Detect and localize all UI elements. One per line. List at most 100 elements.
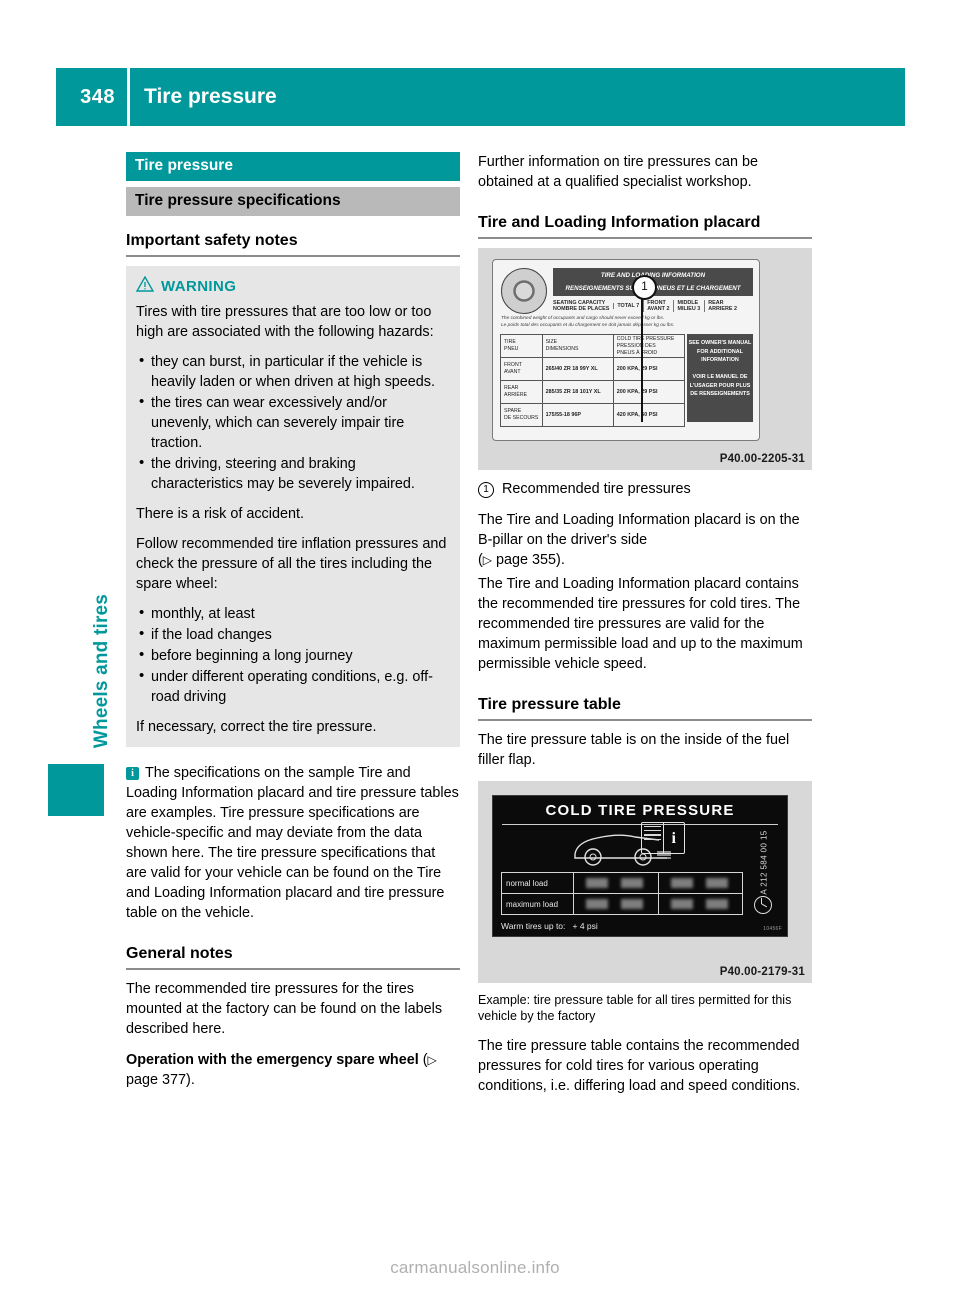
row-pressure-rear: 200 KPA, 29 PSI [616,388,658,395]
cold-label-side-info: A 212 584 00 15 [747,826,781,926]
value-cell [659,894,743,915]
warning-check-list: monthly, at least if the load changes be… [136,603,450,707]
list-item: the tires can wear excessively and/or un… [136,392,450,453]
page-number: 348 [80,85,115,108]
chapter-tab-block [48,764,104,816]
row-label-rear: REAR ARRIÈRE [501,381,543,403]
value-cell [574,873,658,894]
heading-tire-pressure-table: Tire pressure table [478,696,621,713]
table-header-tire: TIRE PNEU [501,335,543,357]
corner-code: 10456F [763,926,782,932]
row-pressure-spare: 420 KPA, 60 PSI [616,411,658,418]
row-label-maximum-load: maximum load [506,900,559,909]
seating-rear: REAR ARRIERE 2 [704,299,737,312]
page-ref-arrow-icon: ▷ [482,553,493,567]
mercedes-star-icon [754,896,772,914]
list-item: under different operating conditions, e.… [136,666,450,707]
cold-pressure-label-artwork: COLD TIRE PRESSURE i normal load maximum… [492,795,788,937]
cold-label-divider [502,824,778,825]
seating-capacity-label: SEATING CAPACITY NOMBRE DE PLACES [553,299,610,312]
warning-follow-text: Follow recommended tire inflation pressu… [136,536,447,592]
wheel-icon [501,268,547,314]
emergency-spare-reference: Operation with the emergency spare wheel… [126,1050,460,1090]
book-left-page [642,823,664,853]
weight-note-fr: Le poids total des occupants et du charg… [501,322,675,328]
book-info-letter: i [671,830,676,847]
left-column: Tire pressure Tire pressure specificatio… [126,152,460,1101]
row-pressure-front: 200 KPA, 29 PSI [616,365,658,372]
page-title: Tire pressure [144,85,277,108]
callout-marker-1: 1 [632,275,657,300]
table-row: TIRE PNEU SIZE DIMENSIONS COLD TIRE PRESSU… [501,335,684,358]
cold-grid-values-col2 [658,873,743,915]
warning-box: WARNING Tires with tire pressures that a… [126,266,460,747]
placard-location-sentence: The Tire and Loading Information placard… [478,512,800,548]
table-row: REAR ARRIÈRE 285/35 ZR 18 101Y XL 200 KPA… [501,381,684,404]
heading-rule [126,968,460,970]
row-size-front: 265/40 ZR 18 99Y XL [543,358,614,380]
cold-label-title: COLD TIRE PRESSURE [545,802,735,819]
warning-closing-text: If necessary, correct the tire pressure. [136,719,377,735]
list-item: monthly, at least [136,603,450,624]
page-ref-arrow-icon: ▷ [427,1053,437,1067]
general-notes-text: The recommended tire pressures for the t… [126,981,443,1037]
seating-middle: MIDDLE MILIEU 3 [673,299,700,312]
row-size-spare: 175/55-18 96P [543,404,614,426]
section-heading-tire-pressure: Tire pressure [126,152,460,181]
row-label-normal-load: normal load [502,873,573,894]
warning-triangle-icon [135,275,155,297]
callout-leader-line [641,294,643,422]
info-note-text: The specifications on the sample Tire an… [126,765,459,921]
manual-book-icon: i [641,822,685,854]
right-column: Further information on tire pressures ca… [478,152,812,1107]
figure-code: P40.00-2205-31 [719,453,805,465]
cold-grid-labels: normal load maximum load [502,873,574,914]
figure-cold-tire-pressure-table: COLD TIRE PRESSURE i normal load maximum… [478,781,812,983]
row-label-spare: SPARE DE SECOURS [501,404,543,426]
footer-url: carmanualsonline.info [390,1258,560,1277]
figure-tire-loading-placard: TIRE AND LOADING INFORMATION RENSEIGNEME… [478,248,812,470]
row-label-front: FRONT AVANT [501,358,543,380]
list-item: if the load changes [136,624,450,645]
heading-rule [478,237,812,239]
figure-code: P40.00-2179-31 [719,966,805,978]
owner-note-en: SEE OWNER'S MANUAL FOR ADDITIONAL INFORM… [688,340,752,363]
list-item: before beginning a long journey [136,645,450,666]
info-icon: i [126,767,139,780]
heading-important-safety-notes: Important safety notes [126,232,298,249]
intro-paragraph: Further information on tire pressures ca… [478,154,758,190]
table-header-size: SIZE DIMENSIONS [543,335,614,357]
warm-tires-note: Warm tires up to: + 4 psi [501,921,598,931]
heading-rule [126,255,460,257]
placard-seating-row: SEATING CAPACITY NOMBRE DE PLACES TOTAL 7… [553,298,753,313]
heading-rule [478,719,812,721]
list-item: they can burst, in particular if the veh… [136,351,450,392]
warm-tires-label: Warm tires up to: [501,921,566,931]
cold-table-description: The tire pressure table contains the rec… [478,1038,801,1094]
value-cell [574,894,658,915]
emergency-spare-label: Operation with the emergency spare wheel [126,1052,419,1068]
placard-pressure-table: TIRE PNEU SIZE DIMENSIONS COLD TIRE PRESSU… [500,334,685,427]
warm-tires-value: + 4 psi [572,921,598,931]
placard-location-text: The Tire and Loading Information placard… [478,510,812,570]
callout-legend-1: 1 Recommended tire pressures [478,479,812,499]
placard-contents-text: The Tire and Loading Information placard… [478,576,803,672]
placard-owner-note: SEE OWNER'S MANUAL FOR ADDITIONAL INFORM… [687,334,753,422]
warning-intro: Tires with tire pressures that are too l… [136,304,434,340]
callout-legend-text: Recommended tire pressures [502,481,691,497]
seating-front: FRONT AVANT 2 [643,299,669,312]
subsection-heading-specifications: Tire pressure specifications [126,187,460,216]
part-number: A 212 584 00 15 [759,830,769,895]
owner-note-fr: VOIR LE MANUEL DE L'USAGER POUR PLUS DE … [689,374,751,397]
table-row: SPARE DE SECOURS 175/55-18 96P 420 KPA, 6… [501,404,684,426]
placard-artwork: TIRE AND LOADING INFORMATION RENSEIGNEME… [492,259,760,441]
table-row: FRONT AVANT 265/40 ZR 18 99Y XL 200 KPA, … [501,358,684,381]
circled-number-icon: 1 [478,482,494,498]
figure-caption: Example: tire pressure table for all tir… [478,993,792,1023]
warning-label: WARNING [161,278,237,295]
page-header: 348 Tire pressure [56,68,905,126]
page-ref-text: page 377). [126,1072,195,1088]
list-item: the driving, steering and braking charac… [136,453,450,494]
cold-pressure-grid: normal load maximum load [501,872,743,915]
page-ref-text: page 355). [496,552,565,568]
